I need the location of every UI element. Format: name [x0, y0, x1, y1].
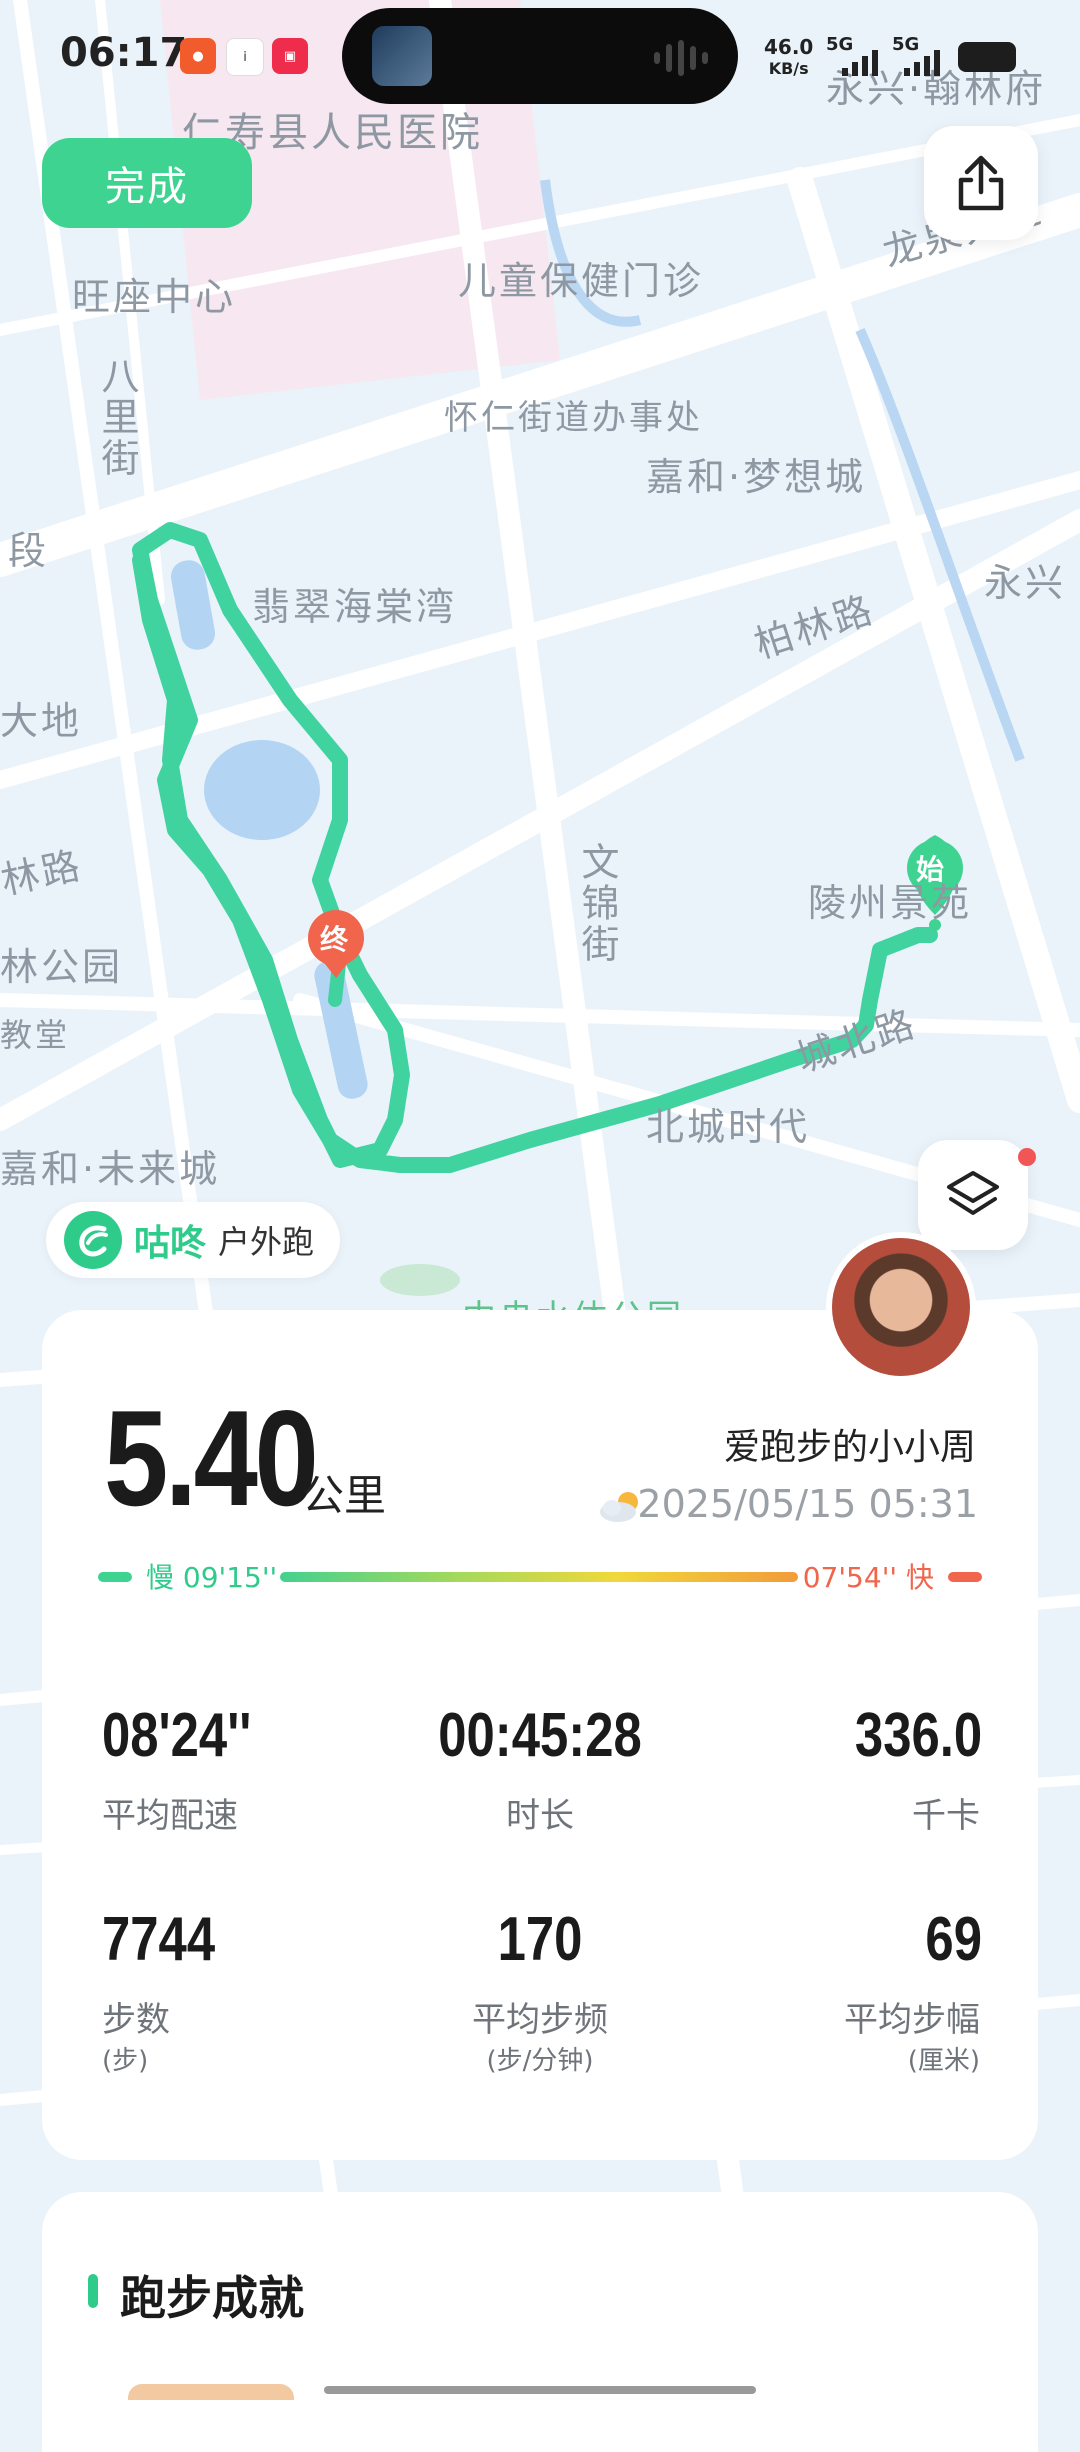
avatar[interactable]: [826, 1232, 976, 1382]
codoon-logo-icon: [64, 1211, 122, 1269]
metric-steps-value: 7744: [102, 1905, 216, 1974]
metric-duration-value: 00:45:28: [438, 1701, 642, 1770]
battery-icon: [958, 42, 1016, 72]
metric-stride-value: 69: [925, 1905, 982, 1974]
section-accent-bar: [88, 2274, 98, 2308]
done-button[interactable]: 完成: [42, 138, 252, 228]
map-label: 大地: [0, 699, 83, 743]
map-label: 儿童保健门诊: [458, 259, 705, 303]
map-label: 八里街: [95, 356, 139, 479]
media-thumbnail[interactable]: [372, 26, 432, 86]
run-datetime: 2025/05/15 05:31: [637, 1482, 978, 1526]
distance-unit: 公里: [302, 1471, 387, 1520]
pace-range-bar: 慢 09'15'' 07'54'' 快: [98, 1556, 982, 1596]
pace-gradient: [280, 1572, 798, 1582]
metric-cadence-unit: (步/分钟): [486, 2046, 594, 2076]
notification-dot: [1018, 1148, 1036, 1166]
map-label: 段: [8, 529, 50, 573]
metric-duration-label: 时长: [506, 1796, 574, 1836]
map-label: 旺座中心: [72, 275, 237, 319]
network-speed: 46.0 KB/s: [764, 35, 814, 78]
map-label: 永兴: [984, 561, 1067, 605]
notification-info-icon: i: [226, 38, 264, 76]
map-label: 怀仁街道办事处: [444, 398, 703, 438]
map-label: 教堂: [0, 1016, 71, 1054]
metric-cadence-value: 170: [497, 1905, 583, 1974]
metric-stride-label: 平均步幅: [844, 2000, 980, 2040]
audio-wave-icon: [654, 40, 708, 76]
metric-stride-unit: (厘米): [907, 2046, 980, 2076]
start-marker-label: 始: [916, 853, 945, 886]
metric-avg-pace-label: 平均配速: [102, 1796, 238, 1836]
achievement-badge[interactable]: [128, 2384, 294, 2400]
achievements-title: 跑步成就: [120, 2271, 304, 2325]
share-icon: [958, 155, 1004, 211]
signal-strength-icon: [904, 50, 940, 76]
metric-avg-pace-value: 08'24'': [102, 1701, 252, 1770]
map-label: 林公园: [0, 945, 124, 989]
map-label: 翡翠海棠湾: [252, 585, 458, 629]
notification-app-icon: ●: [180, 38, 216, 74]
metric-cadence-label: 平均步频: [472, 2000, 608, 2040]
metric-steps-unit: (步): [102, 2046, 149, 2076]
pace-fastest: 07'54'' 快: [802, 1561, 934, 1594]
metric-calories-label: 千卡: [912, 1796, 980, 1836]
map-label: 嘉和·未来城: [0, 1147, 221, 1191]
end-marker-label: 终: [320, 923, 349, 956]
metric-steps-label: 步数: [102, 2000, 170, 2040]
metric-calories-value: 336.0: [854, 1701, 982, 1770]
distance-value: 5.40: [104, 1382, 319, 1534]
signal-strength-icon: [842, 50, 878, 76]
layers-icon: [947, 1171, 999, 1215]
status-time: 06:17: [60, 30, 188, 76]
map-label: 嘉和·梦想城: [646, 455, 867, 499]
share-button[interactable]: [924, 126, 1038, 240]
activity-type: 户外跑: [218, 1223, 315, 1261]
map-layers-button[interactable]: [918, 1140, 1028, 1250]
home-indicator[interactable]: [324, 2386, 756, 2394]
map-label: 文锦街: [575, 842, 619, 965]
pace-slowest: 慢 09'15'': [146, 1561, 278, 1594]
user-name: 爱跑步的小小周: [723, 1427, 976, 1468]
notification-app-icon: ▣: [272, 38, 308, 74]
brand-chip: 咕咚 户外跑: [46, 1202, 341, 1278]
map-label: 北城时代: [646, 1105, 811, 1149]
brand-name: 咕咚: [134, 1223, 207, 1264]
map-label: 陵州景苑: [808, 881, 973, 925]
